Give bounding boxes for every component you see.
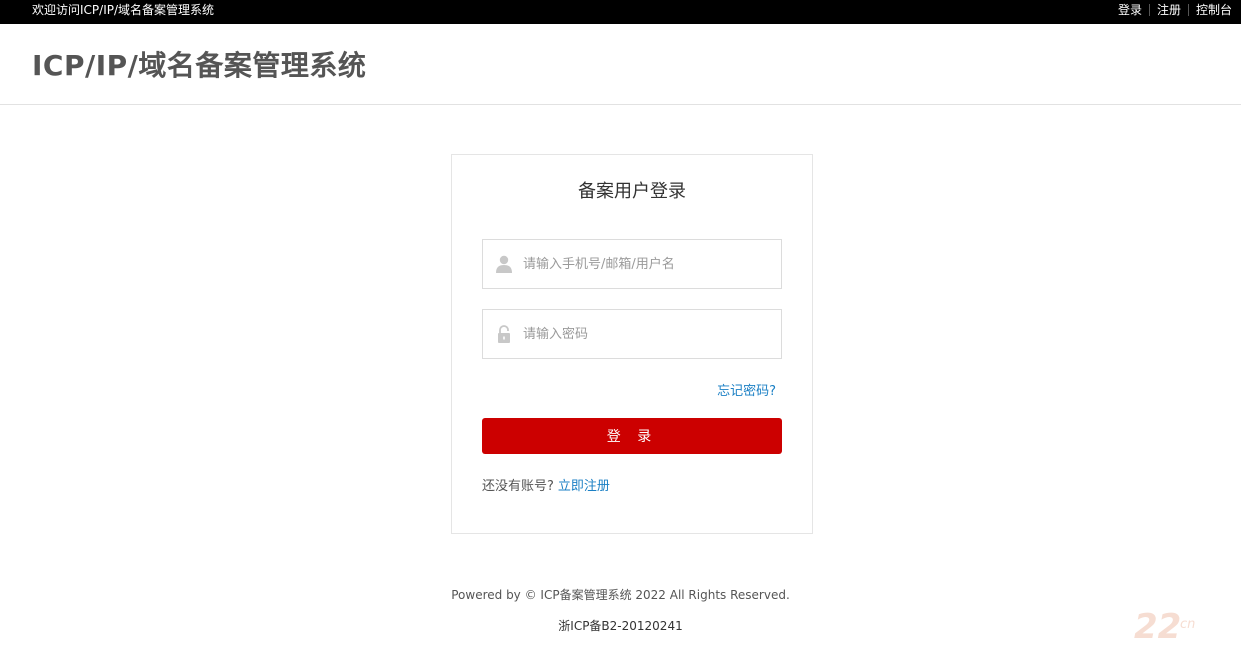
lock-icon <box>498 325 510 343</box>
no-account-text: 还没有账号? <box>482 479 554 494</box>
top-register-link[interactable]: 注册 <box>1157 0 1181 20</box>
welcome-text: 欢迎访问ICP/IP/域名备案管理系统 <box>32 3 215 17</box>
svg-text:cn: cn <box>1180 617 1195 632</box>
username-input[interactable] <box>521 240 776 288</box>
login-title: 备案用户登录 <box>578 181 686 202</box>
register-prompt: 还没有账号? 立即注册 <box>482 475 610 494</box>
watermark-logo-icon: 22 cn <box>1134 607 1195 646</box>
footer-copyright: Powered by © ICP备案管理系统 2022 All Rights R… <box>451 588 790 602</box>
divider <box>1148 4 1150 16</box>
divider <box>1187 4 1189 16</box>
top-links: 登录 注册 控制台 <box>1118 0 1232 20</box>
top-login-link[interactable]: 登录 <box>1118 0 1142 20</box>
svg-text:22: 22 <box>1134 607 1181 646</box>
password-field-container <box>482 309 782 359</box>
register-now-link[interactable]: 立即注册 <box>558 479 610 494</box>
login-button[interactable]: 登 录 <box>482 418 782 454</box>
top-console-link[interactable]: 控制台 <box>1196 0 1232 20</box>
site-header: ICP/IP/域名备案管理系统 <box>0 24 1241 105</box>
site-title[interactable]: ICP/IP/域名备案管理系统 <box>32 44 366 84</box>
login-card: 备案用户登录 忘记密码? 登 录 还没有账号? 立即注册 <box>451 154 813 534</box>
forgot-password-link[interactable]: 忘记密码? <box>717 380 776 399</box>
footer-icp-number[interactable]: 浙ICP备B2-20120241 <box>0 617 1241 634</box>
password-input[interactable] <box>521 310 776 358</box>
user-icon <box>496 255 512 273</box>
top-bar: 欢迎访问ICP/IP/域名备案管理系统 登录 注册 控制台 <box>0 0 1241 24</box>
username-field-container <box>482 239 782 289</box>
